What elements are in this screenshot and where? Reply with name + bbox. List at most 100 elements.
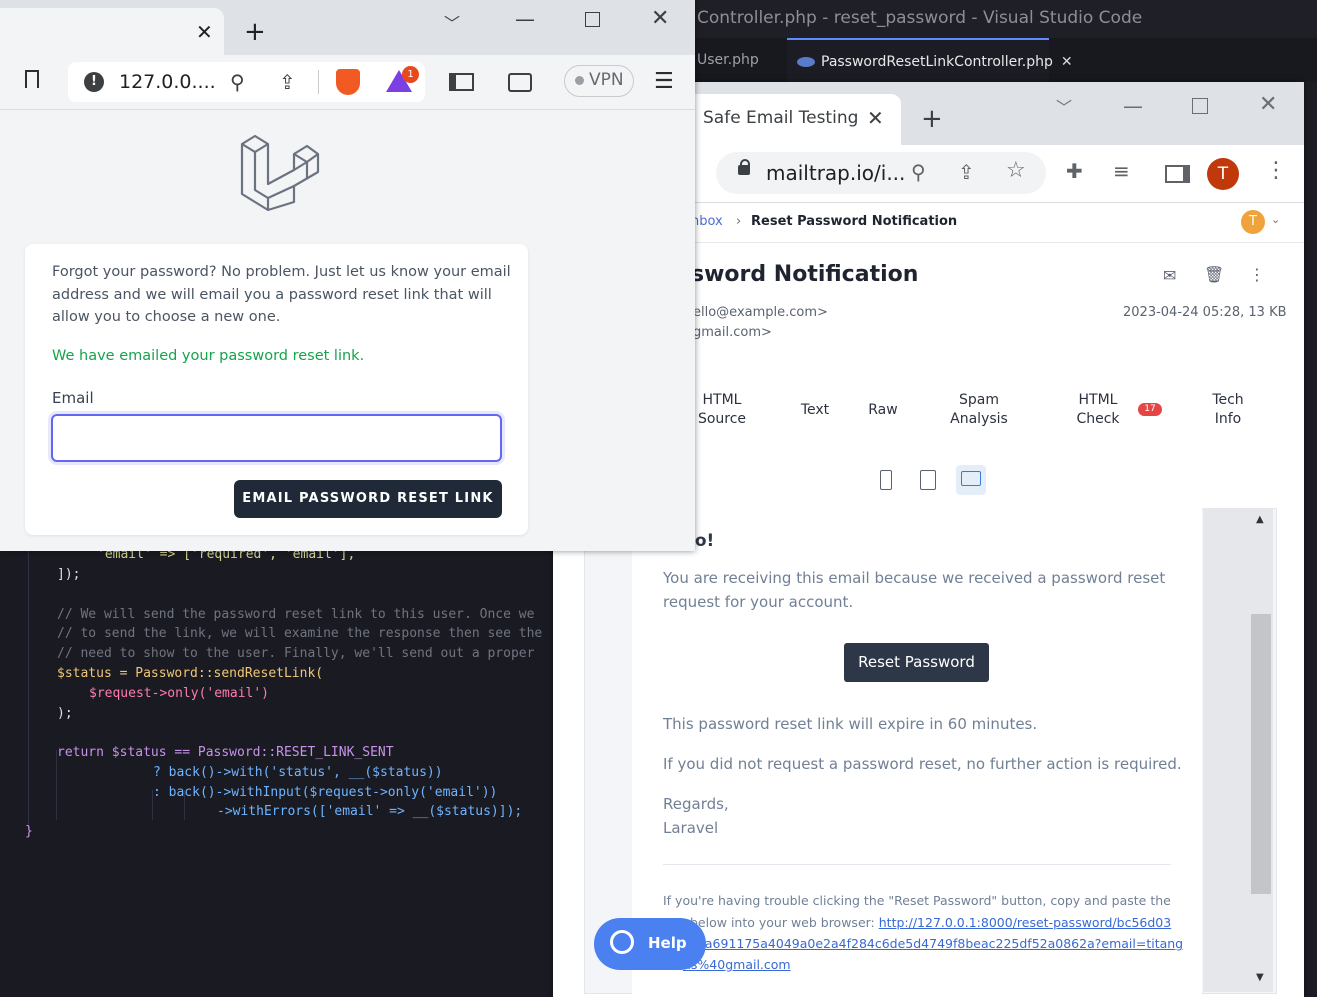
tab-html-check[interactable]: HTML Check bbox=[1073, 391, 1123, 429]
email-paragraph: You are receiving this email because we … bbox=[663, 569, 1166, 587]
share-icon[interactable]: ⇪ bbox=[279, 70, 296, 94]
more-options-icon[interactable]: ⋮ bbox=[1265, 158, 1287, 183]
vpn-status-dot bbox=[575, 76, 584, 85]
intro-text: address and we will email you a password… bbox=[52, 287, 492, 303]
lock-icon[interactable] bbox=[738, 159, 750, 175]
more-options-icon[interactable]: ⋮ bbox=[1249, 265, 1265, 284]
chevron-down-icon[interactable]: ﹀ bbox=[444, 10, 460, 34]
tab-label: Tech Info bbox=[1212, 392, 1244, 427]
user-avatar[interactable]: T bbox=[1241, 210, 1265, 234]
code-line: } bbox=[25, 824, 33, 839]
breadcrumb-inbox-link[interactable]: nbox bbox=[691, 214, 723, 229]
minimize-icon[interactable]: — bbox=[1123, 94, 1143, 118]
tab-spam-analysis[interactable]: Spam Analysis bbox=[948, 391, 1010, 429]
maximize-icon[interactable] bbox=[1192, 98, 1208, 114]
email-regards: Regards, bbox=[663, 795, 729, 813]
rewards-badge: 1 bbox=[402, 66, 419, 83]
email-field[interactable] bbox=[51, 414, 502, 462]
reset-link-continued[interactable]: ca691175a4049a0e2a4f284c6de5d4749f8beac2… bbox=[698, 936, 1183, 951]
hamburger-menu-icon[interactable]: ☰ bbox=[654, 69, 674, 94]
window-close-icon[interactable]: ✕ bbox=[1259, 92, 1277, 117]
tab-label: HTML Check bbox=[1076, 392, 1120, 427]
intro-text: allow you to choose a new one. bbox=[52, 309, 281, 325]
side-panel-icon[interactable] bbox=[1165, 165, 1190, 183]
vpn-button[interactable]: VPN bbox=[564, 65, 634, 97]
not-secure-icon[interactable]: ! bbox=[84, 72, 104, 92]
tab-label: Spam Analysis bbox=[950, 392, 1008, 427]
email-trouble-text: If you're having trouble clicking the "R… bbox=[663, 893, 1171, 908]
minimize-icon[interactable]: — bbox=[515, 7, 535, 31]
vscode-window-title: Controller.php - reset_password - Visual… bbox=[697, 8, 1143, 28]
mobile-view-icon[interactable] bbox=[871, 465, 901, 495]
tab-html-source[interactable]: HTML Source bbox=[693, 391, 751, 429]
brave-url-text[interactable]: 127.0.0.... bbox=[119, 71, 216, 93]
desktop-view-icon[interactable] bbox=[956, 465, 986, 495]
media-control-icon[interactable]: ≡ bbox=[1113, 159, 1130, 183]
tablet-view-icon[interactable] bbox=[913, 465, 943, 495]
reset-link[interactable]: http://127.0.0.1:8000/reset-password/bc5… bbox=[879, 915, 1171, 930]
zoom-icon[interactable]: ⚲ bbox=[230, 70, 245, 94]
trash-icon[interactable]: 🗑 bbox=[1204, 265, 1224, 284]
tab-raw[interactable]: Raw bbox=[865, 401, 901, 420]
breadcrumb-current: Reset Password Notification bbox=[751, 214, 958, 229]
scroll-down-icon[interactable]: ▼ bbox=[1256, 972, 1264, 983]
code-editor[interactable]: 'email' => ['required', 'email'], ]); //… bbox=[0, 547, 560, 997]
wallet-icon[interactable] bbox=[508, 73, 532, 92]
scroll-up-icon[interactable]: ▲ bbox=[1256, 514, 1264, 525]
tab-text[interactable]: Text bbox=[795, 401, 835, 420]
code-line: $status = Password::sendResetLink( bbox=[57, 666, 324, 681]
status-message: We have emailed your password reset link… bbox=[52, 348, 365, 364]
bookmark-star-icon[interactable]: ☆ bbox=[1006, 158, 1026, 183]
share-icon[interactable]: ⇪ bbox=[958, 160, 975, 184]
email-paragraph: This password reset link will expire in … bbox=[663, 715, 1038, 733]
new-tab-icon[interactable]: + bbox=[244, 17, 266, 47]
reset-password-button[interactable]: Reset Password bbox=[844, 643, 989, 682]
bookmark-icon[interactable] bbox=[25, 70, 39, 88]
indent-guide bbox=[28, 550, 29, 830]
profile-avatar[interactable]: T bbox=[1207, 158, 1239, 190]
chevron-down-icon[interactable]: ⌄ bbox=[1271, 213, 1280, 226]
chrome-url-text[interactable]: mailtrap.io/i... bbox=[766, 161, 905, 185]
new-tab-icon[interactable]: + bbox=[921, 104, 943, 134]
vscode-tab-password-reset-controller[interactable]: PasswordResetLinkController.php ✕ bbox=[787, 38, 1073, 82]
window-close-icon[interactable]: ✕ bbox=[651, 6, 669, 31]
email-trouble-text-label: below into your web browser: bbox=[690, 915, 879, 930]
sidebar-toggle-icon[interactable] bbox=[449, 73, 474, 91]
close-icon[interactable]: ✕ bbox=[867, 106, 884, 130]
tab-label: Raw bbox=[868, 402, 898, 418]
close-icon[interactable]: ✕ bbox=[1061, 54, 1073, 70]
divider bbox=[318, 70, 319, 94]
close-icon[interactable]: ✕ bbox=[196, 20, 213, 44]
tab-label: Text bbox=[800, 402, 830, 418]
help-button[interactable]: Help bbox=[594, 918, 706, 970]
brave-tab-active[interactable] bbox=[0, 8, 224, 55]
help-label: Help bbox=[648, 934, 687, 952]
forward-email-icon[interactable]: ✉ bbox=[1163, 266, 1176, 285]
zoom-icon[interactable]: ⚲ bbox=[911, 160, 926, 184]
email-date-size: 2023-04-24 05:28, 13 KB bbox=[1123, 305, 1287, 320]
vpn-label: VPN bbox=[589, 70, 624, 90]
vscode-tab-label: User.php bbox=[697, 52, 759, 68]
maximize-icon[interactable] bbox=[585, 12, 600, 27]
html-check-badge: 17 bbox=[1138, 403, 1162, 416]
tab-tech-info[interactable]: Tech Info bbox=[1208, 391, 1248, 429]
brave-window: ✕ + ﹀ — ✕ ! 127.0.0.... ⚲ ⇪ 1 VPN ☰ Forg… bbox=[0, 0, 695, 551]
scrollbar-thumb[interactable] bbox=[1251, 614, 1271, 894]
code-line: return $status == Password::RESET_LINK_S… bbox=[57, 745, 394, 760]
brave-shields-icon[interactable] bbox=[336, 69, 360, 95]
chrome-tab-title: Safe Email Testing bbox=[703, 108, 859, 128]
code-line: ? back()->with('status', __($status)) bbox=[153, 765, 443, 780]
code-line: // We will send the password reset link … bbox=[57, 607, 535, 622]
chevron-down-icon[interactable]: ﹀ bbox=[1056, 94, 1072, 118]
divider bbox=[663, 864, 1171, 865]
tab-label: HTML Source bbox=[697, 392, 747, 427]
email-trouble-text-2: below into your web browser: http://127.… bbox=[690, 915, 1171, 930]
breadcrumb-separator: › bbox=[736, 214, 742, 229]
vscode-tab-user[interactable]: User.php bbox=[697, 38, 787, 82]
extensions-icon[interactable]: ✚ bbox=[1066, 159, 1083, 183]
email-signature: Laravel bbox=[663, 819, 719, 837]
code-line: ); bbox=[57, 706, 73, 721]
email-reset-link-button[interactable]: EMAIL PASSWORD RESET LINK bbox=[234, 480, 502, 518]
vscode-tab-label: PasswordResetLinkController.php bbox=[821, 54, 1053, 70]
code-line: $request->only('email') bbox=[89, 686, 270, 701]
